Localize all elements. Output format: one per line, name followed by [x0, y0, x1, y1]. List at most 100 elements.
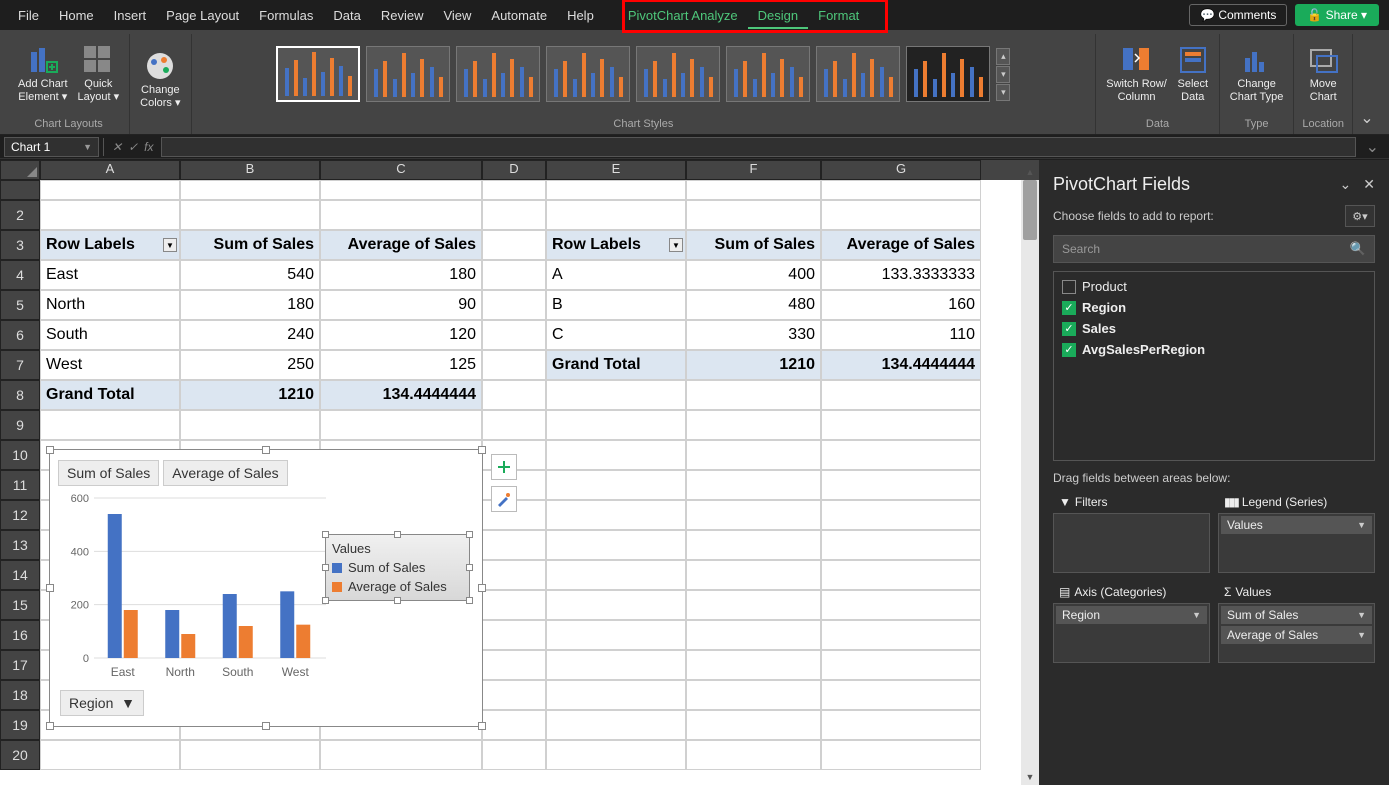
quick-layout-button[interactable]: QuickLayout ▾ — [76, 40, 122, 108]
cell[interactable] — [482, 560, 546, 590]
cell[interactable] — [821, 200, 981, 230]
pivot2-sum[interactable]: 400 — [686, 260, 821, 290]
cell[interactable] — [546, 710, 686, 740]
pivot1-sum[interactable]: 180 — [180, 290, 320, 320]
cell[interactable] — [821, 650, 981, 680]
menu-review[interactable]: Review — [371, 2, 434, 29]
pivot2-total-avg[interactable]: 134.4444444 — [821, 350, 981, 380]
pivot2-header-rowlabels[interactable]: Row Labels▼ — [546, 230, 686, 260]
cell[interactable] — [180, 410, 320, 440]
pivot1-avg[interactable]: 125 — [320, 350, 482, 380]
chart-styles-brush-button[interactable] — [491, 486, 517, 512]
cell[interactable] — [180, 200, 320, 230]
pivot2-label[interactable]: A — [546, 260, 686, 290]
field-item-region[interactable]: ✓Region — [1058, 297, 1370, 318]
col-header-D[interactable]: D — [482, 160, 546, 180]
cell[interactable] — [821, 740, 981, 770]
menu-design[interactable]: Design — [748, 2, 808, 29]
cell[interactable] — [546, 200, 686, 230]
cell[interactable] — [686, 470, 821, 500]
panel-settings-button[interactable]: ⚙▾ — [1345, 205, 1375, 227]
cell[interactable] — [546, 560, 686, 590]
pivot1-sum[interactable]: 240 — [180, 320, 320, 350]
cell[interactable] — [546, 680, 686, 710]
row-header-12[interactable]: 12 — [0, 500, 40, 530]
cell[interactable] — [546, 440, 686, 470]
cell[interactable] — [821, 500, 981, 530]
chart-style-8[interactable] — [906, 46, 990, 102]
cancel-formula-icon[interactable]: ✕ — [112, 140, 122, 154]
row-header-10[interactable]: 10 — [0, 440, 40, 470]
region-filter-button[interactable]: Region ▼ — [60, 690, 144, 716]
cell[interactable] — [821, 680, 981, 710]
formula-input[interactable] — [161, 137, 1355, 157]
row-header-17[interactable]: 17 — [0, 650, 40, 680]
pivot1-avg[interactable]: 120 — [320, 320, 482, 350]
col-header-A[interactable]: A — [40, 160, 180, 180]
col-header-F[interactable]: F — [686, 160, 821, 180]
cell[interactable] — [546, 470, 686, 500]
change-chart-type-button[interactable]: ChangeChart Type — [1228, 40, 1286, 108]
cell[interactable] — [546, 650, 686, 680]
cell[interactable] — [482, 680, 546, 710]
menu-data[interactable]: Data — [323, 2, 370, 29]
cell[interactable] — [821, 410, 981, 440]
chart-style-2[interactable] — [366, 46, 450, 102]
col-header-E[interactable]: E — [546, 160, 686, 180]
area-values[interactable]: Σ Values Sum of Sales▼Average of Sales▼ — [1218, 581, 1375, 663]
cell[interactable] — [482, 530, 546, 560]
area-legend[interactable]: ▮▮▮ Legend (Series) Values▼ — [1218, 491, 1375, 573]
chart-style-5[interactable] — [636, 46, 720, 102]
select-data-button[interactable]: SelectData — [1175, 40, 1211, 108]
cell[interactable] — [482, 710, 546, 740]
menu-formulas[interactable]: Formulas — [249, 2, 323, 29]
pivot2-header-avg[interactable]: Average of Sales — [821, 230, 981, 260]
cell[interactable] — [546, 410, 686, 440]
cell[interactable] — [686, 200, 821, 230]
fields-search-input[interactable]: Search 🔍 — [1053, 235, 1375, 263]
cell[interactable] — [546, 740, 686, 770]
checkbox[interactable]: ✓ — [1062, 343, 1076, 357]
chart-style-1[interactable] — [276, 46, 360, 102]
comments-button[interactable]: 💬 Comments — [1189, 4, 1287, 26]
panel-close-icon[interactable]: ✕ — [1363, 176, 1375, 193]
menu-page-layout[interactable]: Page Layout — [156, 2, 249, 29]
chart-legend[interactable]: Values Sum of Sales Average of Sales — [325, 534, 470, 601]
field-button-avg[interactable]: Average of Sales — [163, 460, 287, 486]
cell[interactable] — [482, 410, 546, 440]
cell[interactable] — [821, 560, 981, 590]
row-header-13[interactable]: 13 — [0, 530, 40, 560]
row-header-14[interactable]: 14 — [0, 560, 40, 590]
switch-row-column-button[interactable]: Switch Row/Column — [1104, 40, 1169, 108]
cell[interactable] — [482, 650, 546, 680]
area-pill[interactable]: Region▼ — [1056, 606, 1207, 624]
chart-style-7[interactable] — [816, 46, 900, 102]
add-chart-element-button[interactable]: Add ChartElement ▾ — [16, 40, 70, 108]
col-header-B[interactable]: B — [180, 160, 320, 180]
cell[interactable] — [546, 620, 686, 650]
menu-home[interactable]: Home — [49, 2, 104, 29]
formula-expand-icon[interactable]: ⌄ — [1360, 137, 1385, 157]
style-scroll-up[interactable]: ▴ — [996, 48, 1010, 65]
cell[interactable] — [686, 410, 821, 440]
menu-view[interactable]: View — [433, 2, 481, 29]
chart-style-4[interactable] — [546, 46, 630, 102]
row-header-19[interactable]: 19 — [0, 710, 40, 740]
pivot1-label[interactable]: North — [40, 290, 180, 320]
pivot2-sum[interactable]: 480 — [686, 290, 821, 320]
area-pill[interactable]: Values▼ — [1221, 516, 1372, 534]
pivot1-total-label[interactable]: Grand Total — [40, 380, 180, 410]
name-box[interactable]: Chart 1 ▼ — [4, 137, 99, 157]
pivot1-avg[interactable]: 180 — [320, 260, 482, 290]
chart-style-6[interactable] — [726, 46, 810, 102]
vertical-scrollbar[interactable]: ▲ ▼ — [1021, 180, 1039, 785]
area-filters[interactable]: ▼ Filters — [1053, 491, 1210, 573]
pivot1-label[interactable]: West — [40, 350, 180, 380]
menu-file[interactable]: File — [8, 2, 49, 29]
cell[interactable] — [686, 530, 821, 560]
fx-icon[interactable]: fx — [144, 140, 153, 154]
cell[interactable] — [686, 560, 821, 590]
menu-automate[interactable]: Automate — [481, 2, 557, 29]
cell[interactable] — [40, 740, 180, 770]
cell[interactable] — [482, 590, 546, 620]
